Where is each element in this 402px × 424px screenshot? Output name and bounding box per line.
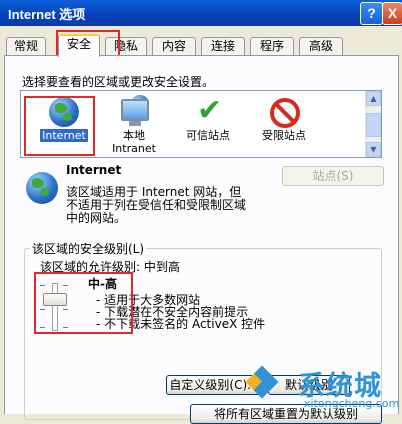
tab-strip: 常规 安全 隐私 内容 连接 程序 高级 — [0, 34, 402, 57]
tab-content[interactable]: 内容 — [152, 37, 196, 55]
zone-list-scrollbar[interactable]: ▲ ▼ — [365, 91, 381, 157]
tab-connections[interactable]: 连接 — [201, 37, 245, 55]
zone-restricted-sites[interactable]: 受限站点 — [249, 93, 319, 153]
tab-general[interactable]: 常规 — [6, 37, 46, 55]
security-level-legend: 该区域的安全级别(L) — [30, 240, 147, 257]
tab-advanced[interactable]: 高级 — [299, 37, 343, 55]
intranet-computer-icon — [117, 95, 151, 129]
zone-local-intranet[interactable]: 本地 Intranet — [99, 93, 169, 155]
annotation-highlight-zone — [24, 96, 95, 156]
tab-programs[interactable]: 程序 — [250, 37, 294, 55]
sites-button[interactable]: 站点(S) — [282, 166, 384, 186]
tab-security[interactable]: 安全 — [58, 34, 100, 57]
no-entry-icon — [267, 95, 301, 129]
watermark-url: xitongcheng.com — [304, 397, 400, 410]
selected-zone-name: Internet — [66, 163, 122, 177]
zone-label: 受限站点 — [262, 129, 306, 142]
scroll-up-icon[interactable]: ▲ — [366, 91, 381, 106]
zone-label: 本地 Intranet — [112, 129, 156, 155]
annotation-highlight-slider — [34, 272, 133, 334]
help-button[interactable]: ? — [360, 2, 383, 25]
zone-label: 可信站点 — [186, 129, 230, 142]
zone-instruction: 选择要查看的区域或更改安全设置。 — [22, 75, 215, 89]
watermark-logo: 系统城 xitongcheng.com — [245, 364, 402, 413]
zone-description-line: 中的网站。 — [66, 211, 127, 225]
close-button[interactable]: X — [382, 2, 402, 25]
title-bar: Internet 选项 ? X — [0, 0, 402, 26]
window-title: Internet 选项 — [8, 7, 86, 22]
scrollbar-thumb[interactable] — [366, 113, 381, 137]
zone-trusted-sites[interactable]: ✔ 可信站点 — [173, 93, 243, 153]
green-check-icon: ✔ — [197, 93, 223, 128]
watermark-diamond-icon — [245, 365, 279, 399]
selected-zone-globe-icon — [24, 170, 60, 206]
scroll-down-icon[interactable]: ▼ — [366, 142, 381, 157]
